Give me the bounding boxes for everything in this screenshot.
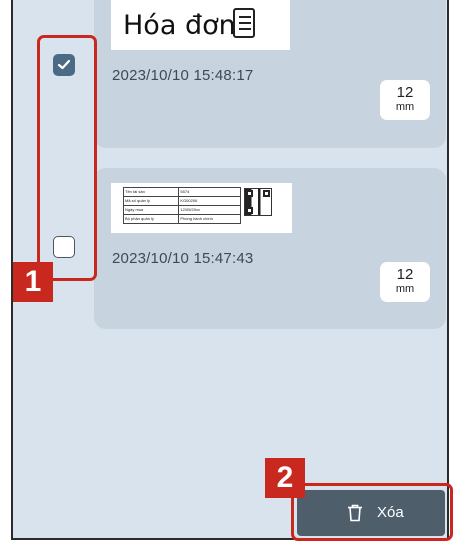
table-cell: Tên tài sản [122,187,180,197]
table-cell: Ngày mua [122,205,180,215]
document-icon [233,8,255,38]
tape-size-value: 12 [396,84,414,101]
timestamp-2: 2023/10/10 15:47:43 [112,250,254,267]
tape-size-unit: mm [395,283,415,295]
highlight-box-delete [291,483,453,541]
callout-badge-1: 1 [13,262,53,302]
table-row: Ngày mua 12/05/20xx [122,205,241,215]
label-preview-1: Hóa đơn [111,0,290,50]
tape-size-value: 12 [396,266,414,283]
table-cell: 5574 [178,187,241,197]
table-cell: KG00206 [178,196,241,206]
table-cell: 12/05/20xx [178,205,241,215]
table-row: Bộ phận quản lý Phòng hành chính [122,214,241,224]
asset-label-table: Tên tài sản 5574 Mã số quản lý KG00206 Ngà… [122,187,241,224]
tape-size-unit: mm [395,101,415,113]
table-row: Mã số quản lý KG00206 [122,196,241,206]
tape-size-badge-1: 12 mm [380,80,430,120]
table-cell: Phòng hành chính [178,214,241,224]
table-cell: Bộ phận quản lý [122,214,180,224]
callout-badge-2: 2 [265,458,305,498]
highlight-box-checkboxes [37,35,97,281]
label-preview-2: Tên tài sản 5574 Mã số quản lý KG00206 Ngà… [111,183,292,233]
label-preview-title: Hóa đơn [123,10,236,41]
qr-code-icon [244,188,272,216]
tape-size-badge-2: 12 mm [380,262,430,302]
table-row: Tên tài sản 5574 [122,187,241,197]
timestamp-1: 2023/10/10 15:48:17 [112,67,254,84]
table-cell: Mã số quản lý [122,196,180,206]
